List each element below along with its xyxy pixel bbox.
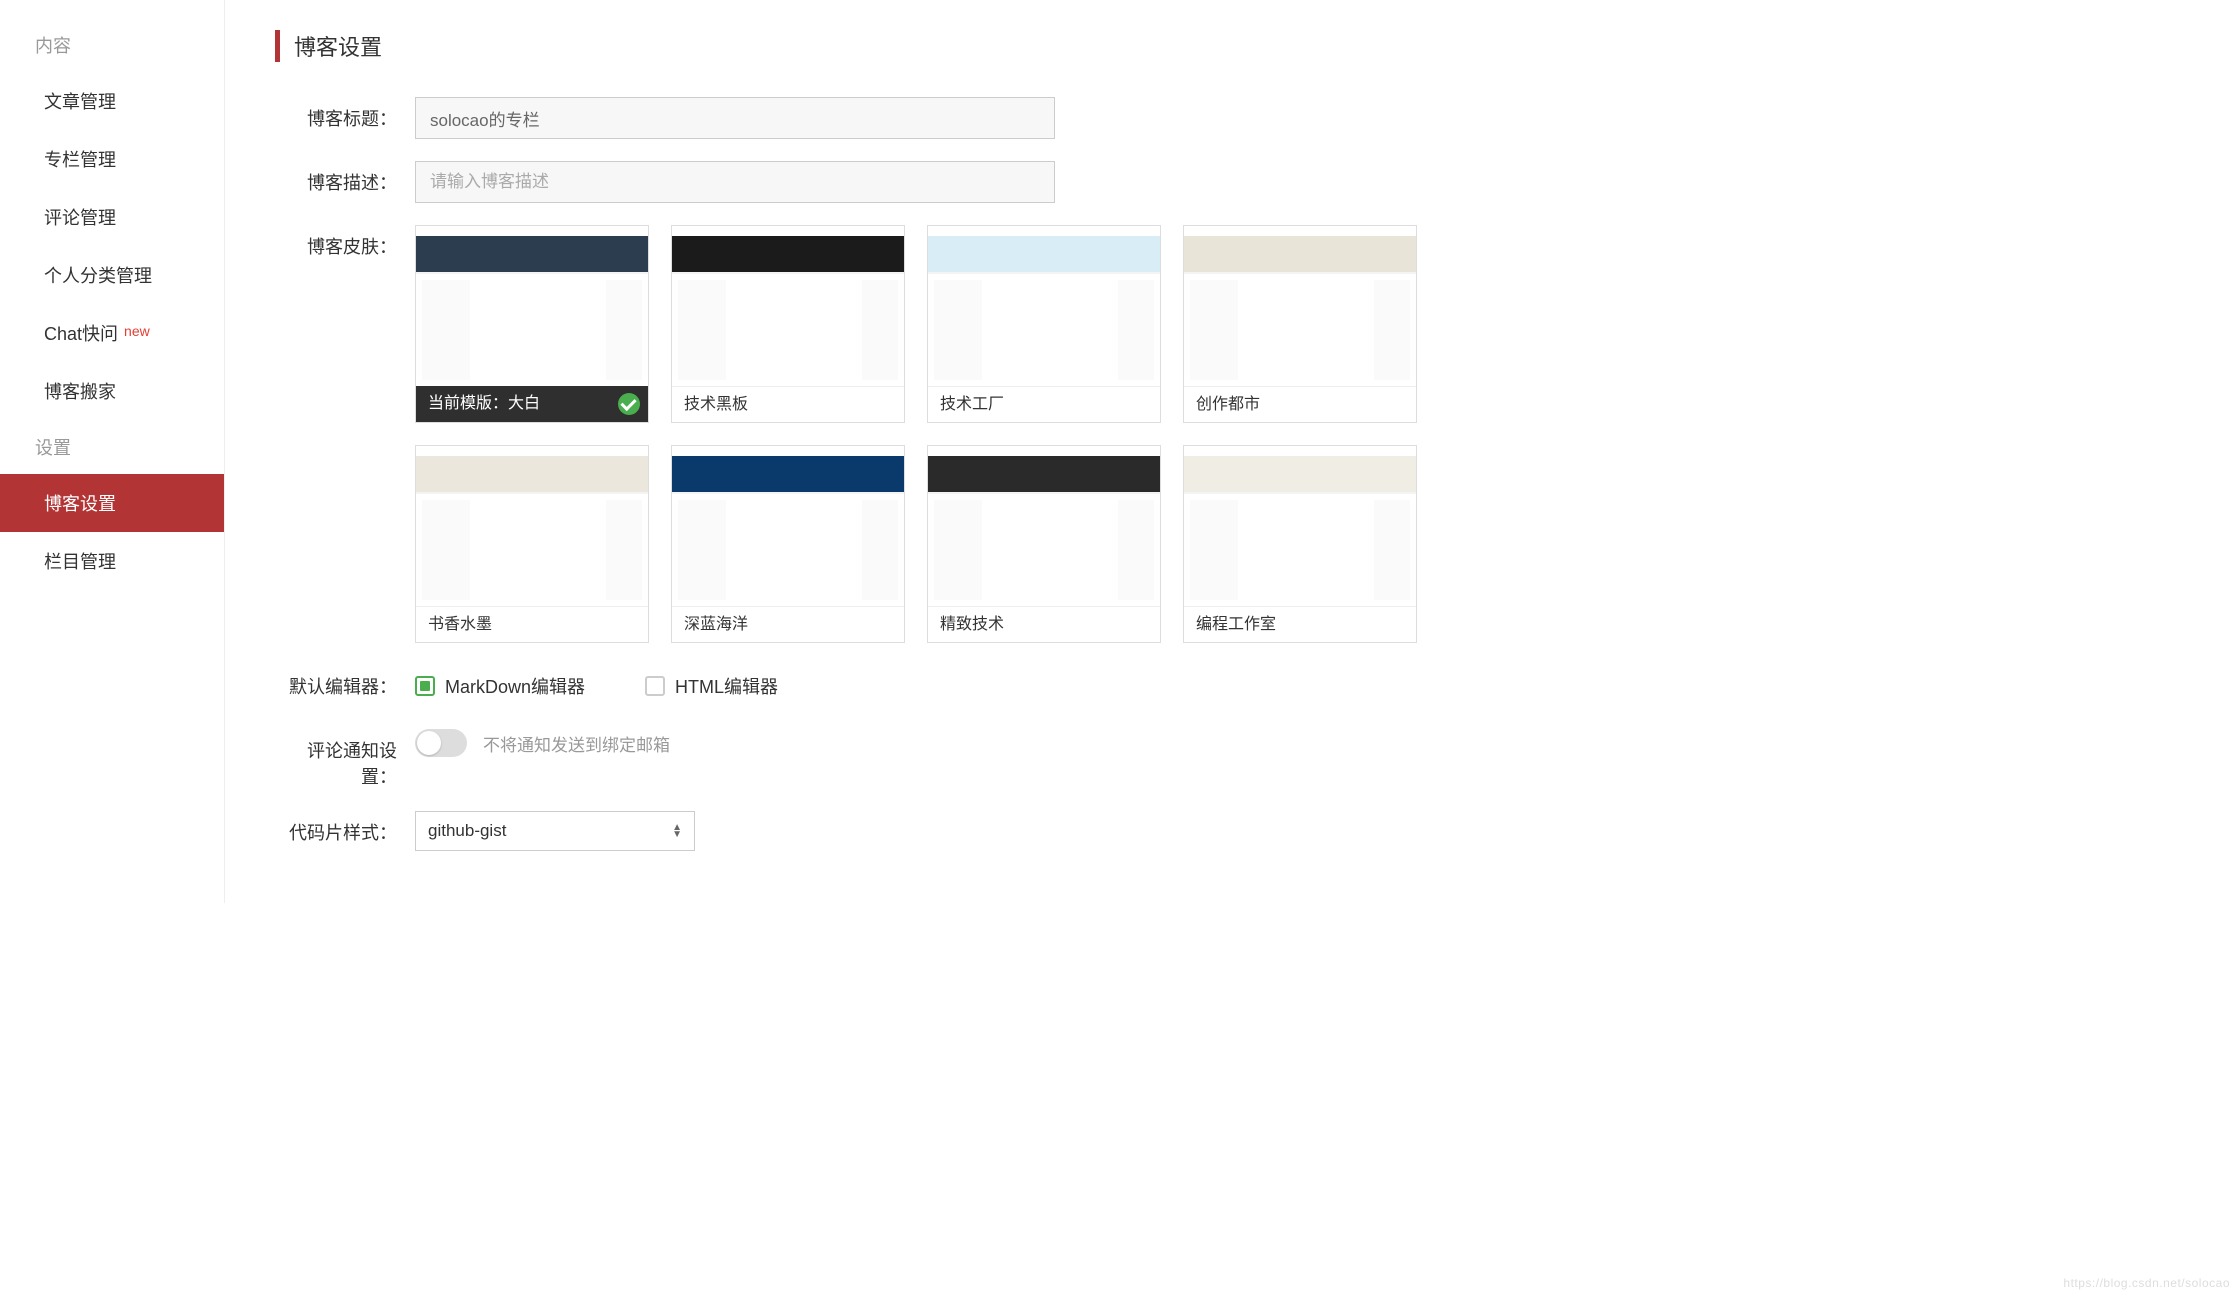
- skin-thumbnail: [416, 446, 648, 606]
- editor-radio-option[interactable]: HTML编辑器: [645, 673, 778, 699]
- notify-toggle[interactable]: [415, 729, 467, 757]
- skin-grid: 当前模版：大白技术黑板技术工厂创作都市书香水墨深蓝海洋精致技术编程工作室: [415, 225, 1455, 643]
- code-style-label: 代码片样式：: [275, 811, 415, 845]
- skin-caption: 技术工厂: [928, 386, 1160, 422]
- sidebar-item[interactable]: 栏目管理: [0, 532, 224, 590]
- skin-card[interactable]: 深蓝海洋: [671, 445, 905, 643]
- skin-caption: 当前模版：大白: [416, 386, 648, 422]
- sidebar-item[interactable]: 博客搬家: [0, 362, 224, 420]
- skin-card[interactable]: 创作都市: [1183, 225, 1417, 423]
- skin-card[interactable]: 精致技术: [927, 445, 1161, 643]
- skin-caption: 书香水墨: [416, 606, 648, 642]
- skin-thumbnail: [1184, 226, 1416, 386]
- editor-label: 默认编辑器：: [275, 665, 415, 699]
- blog-title-label: 博客标题：: [275, 97, 415, 131]
- sidebar-item[interactable]: 文章管理: [0, 72, 224, 130]
- new-badge: new: [124, 323, 150, 339]
- editor-option-label: HTML编辑器: [675, 673, 778, 699]
- blog-skin-label: 博客皮肤：: [275, 225, 415, 259]
- skin-card[interactable]: 技术黑板: [671, 225, 905, 423]
- skin-caption: 深蓝海洋: [672, 606, 904, 642]
- code-style-select[interactable]: github-gist ▲▼: [415, 811, 695, 851]
- skin-thumbnail: [672, 446, 904, 606]
- sidebar-section-settings: 设置: [0, 420, 224, 474]
- blog-desc-input[interactable]: [415, 161, 1055, 203]
- sidebar-item[interactable]: 专栏管理: [0, 130, 224, 188]
- notify-text: 不将通知发送到绑定邮箱: [483, 731, 670, 756]
- editor-radio-group: MarkDown编辑器 HTML编辑器: [415, 665, 1455, 707]
- sidebar-item[interactable]: Chat快问new: [0, 304, 224, 362]
- skin-thumbnail: [672, 226, 904, 386]
- skin-thumbnail: [416, 226, 648, 386]
- sidebar-section-content: 内容: [0, 18, 224, 72]
- skin-card[interactable]: 编程工作室: [1183, 445, 1417, 643]
- skin-card[interactable]: 技术工厂: [927, 225, 1161, 423]
- skin-caption: 技术黑板: [672, 386, 904, 422]
- editor-radio-option[interactable]: MarkDown编辑器: [415, 673, 585, 699]
- blog-desc-label: 博客描述：: [275, 161, 415, 195]
- sidebar-item[interactable]: 评论管理: [0, 188, 224, 246]
- notify-label: 评论通知设置：: [275, 729, 415, 789]
- skin-card[interactable]: 当前模版：大白: [415, 225, 649, 423]
- skin-thumbnail: [1184, 446, 1416, 606]
- skin-thumbnail: [928, 226, 1160, 386]
- skin-caption: 编程工作室: [1184, 606, 1416, 642]
- select-arrows-icon: ▲▼: [672, 824, 682, 838]
- skin-card[interactable]: 书香水墨: [415, 445, 649, 643]
- sidebar-item[interactable]: 个人分类管理: [0, 246, 224, 304]
- radio-box-icon: [645, 676, 665, 696]
- sidebar: 内容 文章管理专栏管理评论管理个人分类管理Chat快问new博客搬家 设置 博客…: [0, 0, 225, 903]
- radio-box-icon: [415, 676, 435, 696]
- sidebar-item[interactable]: 博客设置: [0, 474, 224, 532]
- editor-option-label: MarkDown编辑器: [445, 673, 585, 699]
- check-icon: [618, 393, 640, 415]
- code-style-value: github-gist: [428, 821, 506, 841]
- skin-caption: 创作都市: [1184, 386, 1416, 422]
- skin-thumbnail: [928, 446, 1160, 606]
- skin-caption: 精致技术: [928, 606, 1160, 642]
- page-title: 博客设置: [275, 30, 1455, 62]
- blog-title-input[interactable]: [415, 97, 1055, 139]
- watermark: https://blog.csdn.net/solocao: [2063, 1276, 2230, 1290]
- main-content: 博客设置 博客标题： 博客描述： 博客皮肤： 当前模版：大白技术黑板技术工厂创作…: [225, 0, 1505, 903]
